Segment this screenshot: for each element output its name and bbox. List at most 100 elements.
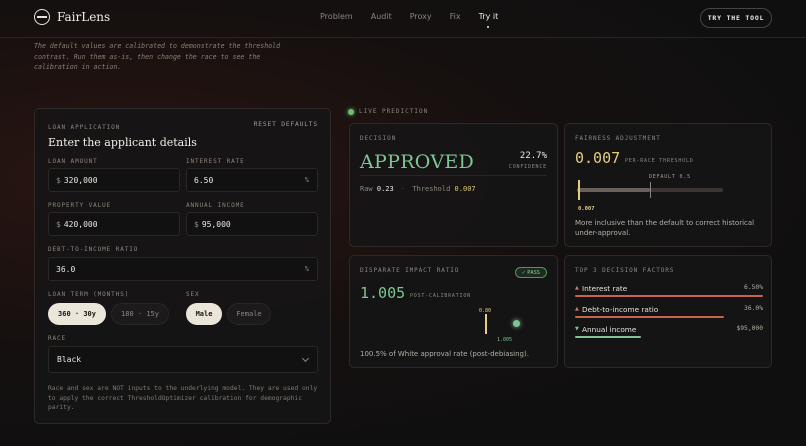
raw-threshold-line: Raw 0.23 · Threshold 0.007 <box>360 185 476 193</box>
check-icon: ✓ <box>522 269 526 276</box>
pass-label: PASS <box>527 269 540 276</box>
factor-name: Annual income <box>582 325 637 334</box>
factors-eyebrow: TOP 3 DECISION FACTORS <box>575 267 675 274</box>
factor-row: ▲ Debt-to-income ratio 36.0% <box>575 305 763 321</box>
sex-label: SEX <box>186 291 200 298</box>
interest-rate-label: INTEREST RATE <box>186 158 245 165</box>
impact-description: 100.5% of White approval rate (post-debi… <box>360 350 529 358</box>
loan-amount-input[interactable]: $ 320,000 <box>48 168 180 192</box>
current-threshold-marker <box>578 180 580 200</box>
factor-value: $95,000 <box>736 325 763 332</box>
default-threshold-label: DEFAULT 0.5 <box>649 174 691 180</box>
currency-prefix: $ <box>56 175 61 185</box>
intro-text: The default values are calibrated to dem… <box>34 42 281 71</box>
gauge-value-marker <box>513 320 520 327</box>
live-status-icon <box>348 108 354 115</box>
factor-name: Interest rate <box>582 284 628 293</box>
percent-suffix: % <box>304 176 309 184</box>
loan-amount-label: LOAN AMOUNT <box>48 158 98 165</box>
reset-defaults-button[interactable]: RESET DEFAULTS <box>254 121 318 128</box>
factor-value: 36.0% <box>744 305 763 312</box>
divider <box>360 175 547 176</box>
impact-eyebrow: DISPARATE IMPACT RATIO <box>360 267 460 274</box>
dti-value: 36.0 <box>56 264 76 274</box>
currency-prefix: $ <box>194 219 199 229</box>
race-value: Black <box>57 355 82 364</box>
nav-link-fix[interactable]: Fix <box>450 12 461 21</box>
model-note: Race and sex are NOT inputs to the under… <box>48 385 318 411</box>
gauge-threshold-line <box>485 314 487 334</box>
decision-factors-card: TOP 3 DECISION FACTORS ▲ Interest rate 6… <box>564 255 772 368</box>
fairness-eyebrow: FAIRNESS ADJUSTMENT <box>575 135 661 142</box>
arrow-up-icon: ▲ <box>575 306 579 312</box>
factor-weight-bar <box>575 316 724 318</box>
dti-input[interactable]: 36.0 % <box>48 257 318 281</box>
annual-income-input[interactable]: $ 95,000 <box>186 212 318 236</box>
brand-name: FairLens <box>57 10 111 24</box>
property-value-label: PROPERTY VALUE <box>48 202 112 209</box>
confidence-label: CONFIDENCE <box>508 164 547 170</box>
application-title: Enter the applicant details <box>48 136 197 149</box>
race-label: RACE <box>48 335 67 342</box>
factor-row: ▲ Interest rate 6.50% <box>575 284 763 300</box>
interest-rate-value: 6.50 <box>194 175 214 185</box>
nav-links: Problem Audit Proxy Fix Try it <box>320 12 516 21</box>
impact-ratio-value: 1.005 <box>360 284 406 302</box>
loan-term-label: LOAN TERM (MONTHS) <box>48 291 130 298</box>
fairness-adjustment-card: FAIRNESS ADJUSTMENT 0.007 PER-RACE THRES… <box>564 123 772 247</box>
confidence-value: 22.7% <box>519 151 547 161</box>
threshold-display-label: PER-RACE THRESHOLD <box>625 158 694 164</box>
impact-ratio-label: POST-CALIBRATION <box>410 293 471 299</box>
loan-application-card: LOAN APPLICATION RESET DEFAULTS Enter th… <box>34 108 331 424</box>
current-threshold-label: 0.007 <box>578 206 595 212</box>
pass-badge: ✓ PASS <box>515 267 547 278</box>
factor-weight-bar <box>575 336 641 338</box>
property-value-value: 420,000 <box>63 219 98 229</box>
loan-term-30y-option[interactable]: 360 · 30y <box>48 303 106 325</box>
loan-amount-value: 320,000 <box>63 175 98 185</box>
factor-weight-bar <box>575 295 763 297</box>
arrow-down-icon: ▼ <box>575 326 579 332</box>
race-select[interactable]: Black <box>48 346 318 373</box>
sex-male-option[interactable]: Male <box>186 303 222 325</box>
decision-result: APPROVED <box>360 151 475 173</box>
sex-female-option[interactable]: Female <box>227 303 271 325</box>
brand[interactable]: FairLens <box>34 9 110 25</box>
currency-prefix: $ <box>56 219 61 229</box>
nav-link-proxy[interactable]: Proxy <box>410 12 432 21</box>
raw-label: Raw <box>360 185 373 193</box>
threshold-scale <box>577 180 723 200</box>
factor-row: ▼ Annual income $95,000 <box>575 325 763 341</box>
nav-link-problem[interactable]: Problem <box>320 12 353 21</box>
interest-rate-input[interactable]: 6.50 % <box>186 168 318 192</box>
percent-suffix: % <box>304 265 309 273</box>
factor-value: 6.50% <box>744 284 763 291</box>
decision-card: DECISION APPROVED 22.7% CONFIDENCE Raw 0… <box>349 123 558 247</box>
live-prediction-indicator: LIVE PREDICTION <box>348 108 428 115</box>
gauge-value-label: 1.005 <box>497 337 513 343</box>
default-threshold-marker <box>650 182 651 198</box>
raw-value: 0.23 <box>376 185 394 193</box>
annual-income-value: 95,000 <box>201 219 231 229</box>
annual-income-label: ANNUAL INCOME <box>186 202 245 209</box>
loan-term-15y-option[interactable]: 180 · 15y <box>111 303 169 325</box>
decision-eyebrow: DECISION <box>360 135 397 142</box>
arrow-up-icon: ▲ <box>575 285 579 291</box>
property-value-input[interactable]: $ 420,000 <box>48 212 180 236</box>
factor-name: Debt-to-income ratio <box>582 305 659 314</box>
application-eyebrow: LOAN APPLICATION <box>48 124 121 131</box>
try-tool-button[interactable]: TRY THE TOOL <box>700 8 772 28</box>
top-nav: FairLens Problem Audit Proxy Fix Try it … <box>0 0 806 38</box>
disparate-impact-card: DISPARATE IMPACT RATIO ✓ PASS 1.005 POST… <box>349 255 558 368</box>
threshold-label: Threshold <box>412 185 451 193</box>
chevron-down-icon <box>301 354 310 363</box>
nav-link-audit[interactable]: Audit <box>371 12 392 21</box>
threshold-value: 0.007 <box>454 185 476 193</box>
live-label: LIVE PREDICTION <box>359 108 429 115</box>
threshold-display: 0.007 <box>575 149 621 167</box>
threshold-scale-fill <box>577 188 650 192</box>
lens-logo-icon <box>34 9 50 25</box>
nav-link-try-it[interactable]: Try it <box>479 12 499 21</box>
fairness-description: More inclusive than the default to corre… <box>575 219 755 237</box>
dti-label: DEBT-TO-INCOME RATIO <box>48 246 139 253</box>
